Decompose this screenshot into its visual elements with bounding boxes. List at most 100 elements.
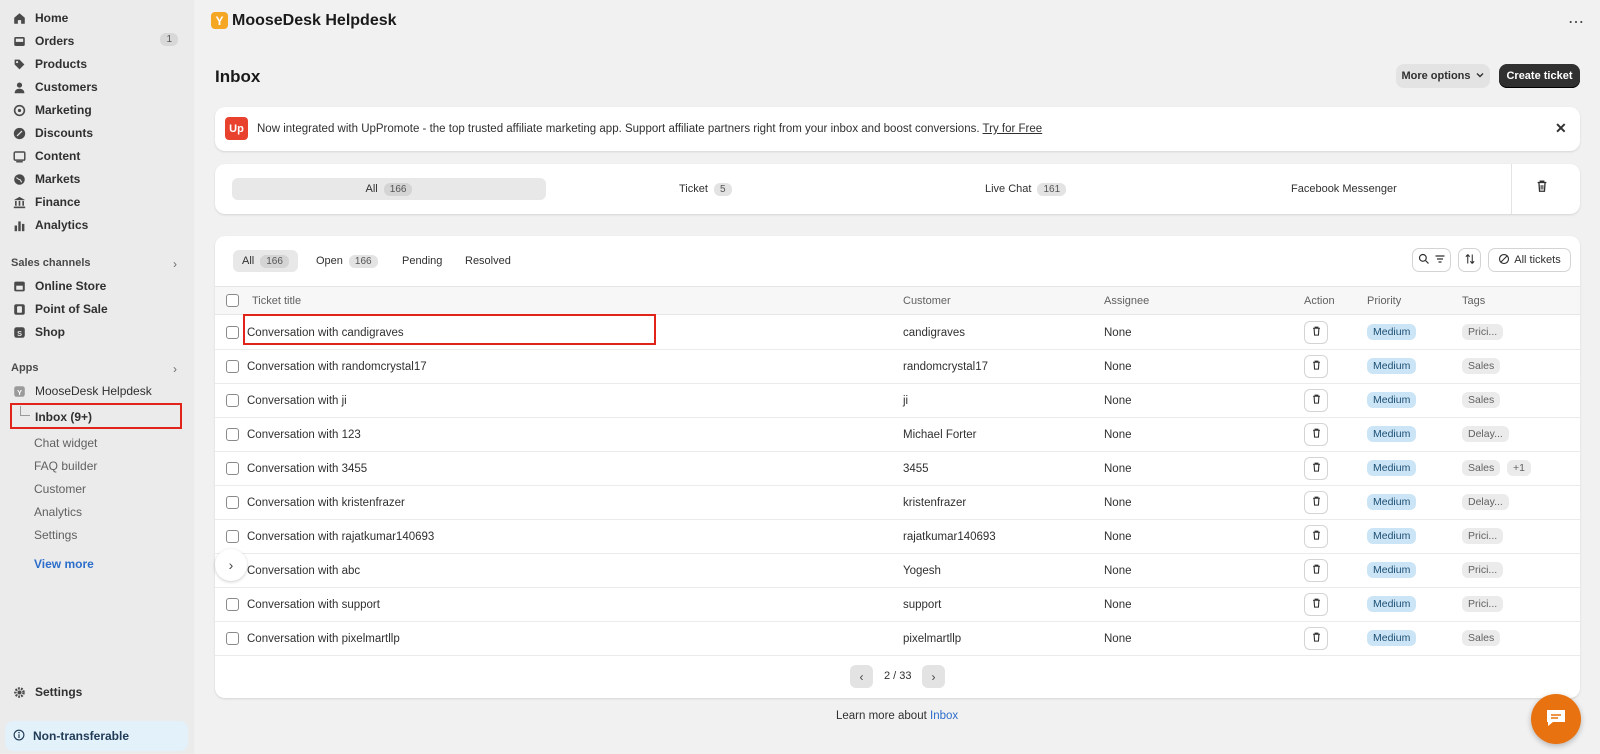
chevron-right-icon[interactable]: › bbox=[173, 362, 177, 376]
row-checkbox[interactable] bbox=[226, 326, 239, 339]
expand-sidebar-button[interactable]: › bbox=[215, 549, 247, 581]
sidebar-item-inbox[interactable]: Inbox (9+) bbox=[10, 403, 182, 429]
chevron-right-icon[interactable]: › bbox=[173, 257, 177, 271]
sort-button[interactable] bbox=[1458, 248, 1481, 272]
filter-tab-resolved[interactable]: Resolved bbox=[456, 250, 520, 272]
ticket-title[interactable]: Conversation with ji bbox=[247, 395, 347, 407]
nav-marketing[interactable]: Marketing bbox=[10, 99, 184, 121]
channel-count: 161 bbox=[1037, 182, 1067, 196]
close-icon[interactable]: ✕ bbox=[1555, 120, 1567, 137]
nav-shop[interactable]: S Shop bbox=[10, 321, 184, 343]
ticket-title[interactable]: Conversation with 123 bbox=[247, 429, 361, 441]
delete-ticket-button[interactable] bbox=[1304, 355, 1328, 378]
chat-launcher-button[interactable] bbox=[1531, 694, 1581, 744]
delete-ticket-button[interactable] bbox=[1304, 457, 1328, 480]
delete-ticket-button[interactable] bbox=[1304, 321, 1328, 344]
info-icon bbox=[13, 729, 25, 744]
row-checkbox[interactable] bbox=[226, 360, 239, 373]
nav-products[interactable]: Products bbox=[10, 53, 184, 75]
delete-ticket-button[interactable] bbox=[1304, 593, 1328, 616]
delete-ticket-button[interactable] bbox=[1304, 559, 1328, 582]
channel-tab-live-chat[interactable]: Live Chat 161 bbox=[985, 178, 1067, 200]
chat-bubble-icon bbox=[1544, 706, 1568, 733]
column-header-priority: Priority bbox=[1367, 295, 1402, 307]
learn-more-link[interactable]: Inbox bbox=[930, 710, 958, 722]
delete-ticket-button[interactable] bbox=[1304, 491, 1328, 514]
all-tickets-button[interactable]: All tickets bbox=[1488, 248, 1571, 272]
search-filter-button[interactable] bbox=[1412, 248, 1451, 272]
ticket-title[interactable]: Conversation with abc bbox=[247, 565, 360, 577]
sidebar-item-customer[interactable]: Customer bbox=[34, 482, 86, 496]
trash-icon bbox=[1311, 597, 1322, 612]
nav-online-store[interactable]: Online Store bbox=[10, 275, 184, 297]
more-actions-icon[interactable]: ⋯ bbox=[1568, 12, 1584, 32]
view-more-link[interactable]: View more bbox=[34, 557, 94, 571]
filter-tab-all[interactable]: All 166 bbox=[233, 250, 298, 272]
page-title: Inbox bbox=[215, 67, 261, 86]
uppromote-logo: Up bbox=[225, 117, 248, 140]
nav-label: Online Store bbox=[35, 279, 107, 293]
table-row[interactable]: Conversation with pixelmartllp pixelmartl… bbox=[215, 622, 1580, 656]
sidebar-item-faq-builder[interactable]: FAQ builder bbox=[34, 459, 97, 473]
nav-analytics[interactable]: Analytics bbox=[10, 214, 184, 236]
nav-moosedesk-app[interactable]: Y MooseDesk Helpdesk bbox=[10, 380, 184, 402]
ticket-title[interactable]: Conversation with rajatkumar140693 bbox=[247, 531, 434, 543]
nav-markets[interactable]: Markets bbox=[10, 168, 184, 190]
delete-ticket-button[interactable] bbox=[1304, 389, 1328, 412]
create-ticket-button[interactable]: Create ticket bbox=[1499, 64, 1580, 88]
table-row[interactable]: Conversation with 123 Michael Forter None M… bbox=[215, 418, 1580, 452]
table-row[interactable]: Conversation with 3455 3455 None Medium Sale… bbox=[215, 452, 1580, 486]
channel-tab-ticket[interactable]: Ticket 5 bbox=[679, 178, 732, 200]
nav-orders[interactable]: Orders 1 bbox=[10, 30, 184, 52]
customer-cell: Yogesh bbox=[903, 565, 941, 577]
nav-discounts[interactable]: Discounts bbox=[10, 122, 184, 144]
channel-tab-facebook-messenger[interactable]: Facebook Messenger bbox=[1291, 178, 1397, 200]
previous-page-button[interactable]: ‹ bbox=[850, 665, 873, 688]
views-icon bbox=[1498, 253, 1510, 268]
ticket-title[interactable]: Conversation with 3455 bbox=[247, 463, 367, 475]
ticket-title[interactable]: Conversation with support bbox=[247, 599, 380, 611]
next-page-button[interactable]: › bbox=[922, 665, 945, 688]
row-checkbox[interactable] bbox=[226, 462, 239, 475]
ticket-title[interactable]: Conversation with kristenfrazer bbox=[247, 497, 405, 509]
nav-content[interactable]: Content bbox=[10, 145, 184, 167]
table-row[interactable]: Conversation with ji ji None Medium Sales bbox=[215, 384, 1580, 418]
sidebar-item-chat-widget[interactable]: Chat widget bbox=[34, 436, 97, 450]
trash-icon[interactable] bbox=[1535, 179, 1549, 196]
nav-settings[interactable]: Settings bbox=[10, 681, 184, 703]
delete-ticket-button[interactable] bbox=[1304, 423, 1328, 446]
filter-tab-pending[interactable]: Pending bbox=[393, 250, 451, 272]
row-checkbox[interactable] bbox=[226, 632, 239, 645]
ticket-title[interactable]: Conversation with pixelmartllp bbox=[247, 633, 400, 645]
table-row[interactable]: Conversation with support support None Medi… bbox=[215, 588, 1580, 622]
assignee-cell: None bbox=[1104, 429, 1132, 441]
delete-ticket-button[interactable] bbox=[1304, 627, 1328, 650]
non-transferable-badge[interactable]: Non-transferable bbox=[5, 721, 188, 751]
table-row[interactable]: Conversation with randomcrystal17 randomc… bbox=[215, 350, 1580, 384]
table-row[interactable]: Conversation with abc Yogesh None Medium Pri… bbox=[215, 554, 1580, 588]
globe-icon bbox=[13, 173, 26, 186]
more-options-button[interactable]: More options bbox=[1396, 64, 1490, 88]
filter-tab-open[interactable]: Open 166 bbox=[307, 250, 387, 272]
sidebar-item-settings[interactable]: Settings bbox=[34, 528, 77, 542]
nav-point-of-sale[interactable]: Point of Sale bbox=[10, 298, 184, 320]
table-row[interactable]: Conversation with rajatkumar140693 rajatk… bbox=[215, 520, 1580, 554]
nav-home[interactable]: Home bbox=[10, 7, 184, 29]
channel-label: Ticket bbox=[679, 183, 708, 195]
delete-ticket-button[interactable] bbox=[1304, 525, 1328, 548]
priority-badge: Medium bbox=[1367, 562, 1417, 578]
try-for-free-link[interactable]: Try for Free bbox=[983, 123, 1043, 135]
channel-tab-all[interactable]: All 166 bbox=[232, 178, 546, 200]
sidebar-item-analytics[interactable]: Analytics bbox=[34, 505, 82, 519]
select-all-checkbox[interactable] bbox=[226, 294, 239, 307]
row-checkbox[interactable] bbox=[226, 530, 239, 543]
ticket-title[interactable]: Conversation with randomcrystal17 bbox=[247, 361, 427, 373]
extra-tags-badge[interactable]: +1 bbox=[1507, 460, 1531, 476]
nav-customers[interactable]: Customers bbox=[10, 76, 184, 98]
nav-finance[interactable]: Finance bbox=[10, 191, 184, 213]
row-checkbox[interactable] bbox=[226, 496, 239, 509]
row-checkbox[interactable] bbox=[226, 598, 239, 611]
table-row[interactable]: Conversation with kristenfrazer kristenfr… bbox=[215, 486, 1580, 520]
row-checkbox[interactable] bbox=[226, 428, 239, 441]
row-checkbox[interactable] bbox=[226, 394, 239, 407]
